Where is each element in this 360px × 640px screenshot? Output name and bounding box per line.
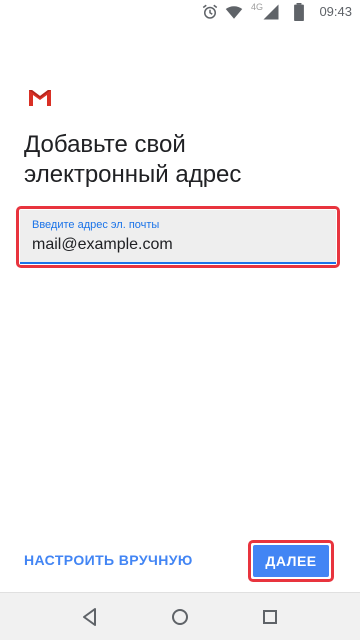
alarm-icon xyxy=(202,4,218,19)
battery-icon xyxy=(294,3,304,21)
status-time: 09:43 xyxy=(319,4,352,19)
gmail-logo xyxy=(29,90,51,106)
status-bar: 4G 09:43 xyxy=(0,0,360,24)
back-icon[interactable] xyxy=(78,605,102,629)
email-field-highlight xyxy=(16,206,340,268)
signal-icon xyxy=(263,4,279,20)
recents-icon[interactable] xyxy=(258,605,282,629)
navigation-bar xyxy=(0,592,360,640)
manual-setup-button[interactable]: НАСТРОИТЬ ВРУЧНУЮ xyxy=(24,552,193,568)
page-title: Добавьте свой электронный адрес xyxy=(24,131,242,188)
home-icon[interactable] xyxy=(168,605,192,629)
wifi-icon xyxy=(225,6,243,19)
next-button-highlight xyxy=(248,540,334,582)
